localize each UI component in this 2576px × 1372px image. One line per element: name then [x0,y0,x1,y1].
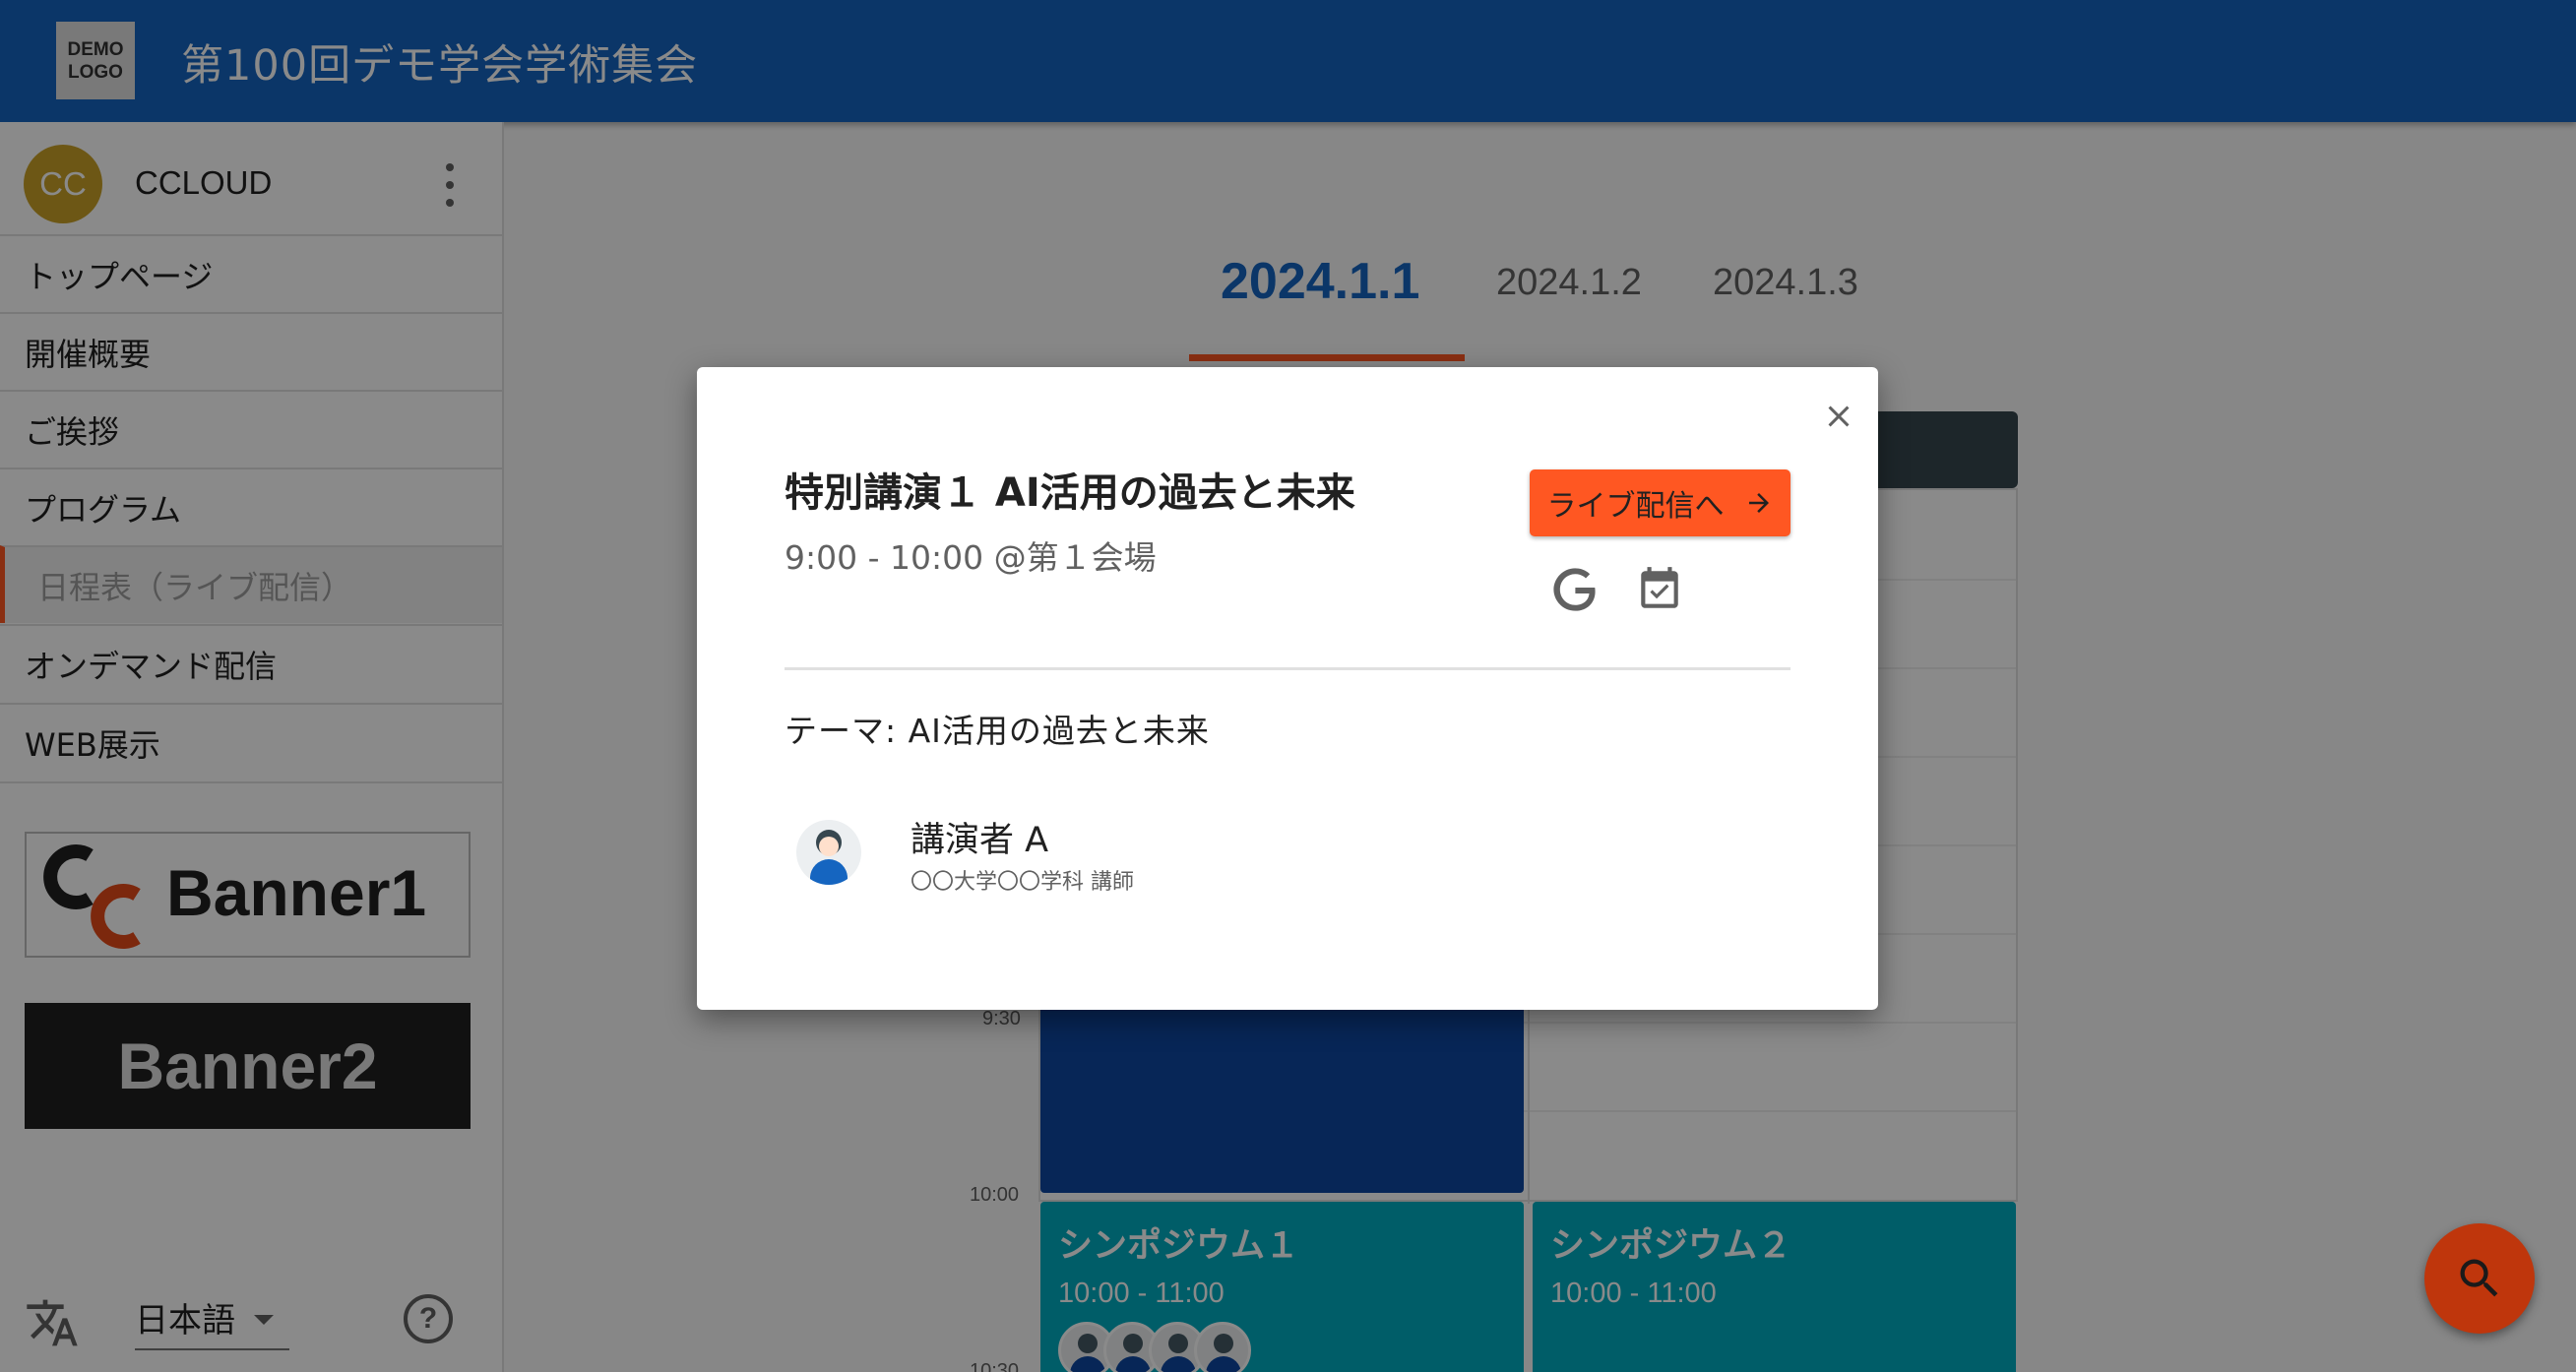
session-detail-dialog: 特別講演１ AI活用の過去と未来 9:00 - 10:00 @第１会場 ライブ配… [697,367,1878,1010]
dialog-title: 特別講演１ AI活用の過去と未来 [785,470,1355,516]
live-stream-label: ライブ配信へ [1546,489,1725,524]
speaker-name: 講演者 A [911,821,1049,860]
arrow-right-icon [1748,493,1769,513]
dialog-theme: テーマ: AI活用の過去と未来 [785,712,1210,750]
dialog-time-venue: 9:00 - 10:00 @第１会場 [785,538,1157,577]
close-icon [1828,405,1850,427]
search-icon [2460,1259,2498,1297]
speaker-affiliation: 〇〇大学〇〇学科 講師 [911,870,1134,895]
dialog-divider [785,667,1791,670]
search-button[interactable] [2424,1223,2535,1334]
live-stream-button[interactable]: ライブ配信へ [1530,469,1791,536]
close-button[interactable] [1816,394,1861,439]
avatar [796,820,861,885]
google-icon[interactable] [1549,564,1601,615]
calendar-check-icon[interactable] [1635,564,1684,615]
